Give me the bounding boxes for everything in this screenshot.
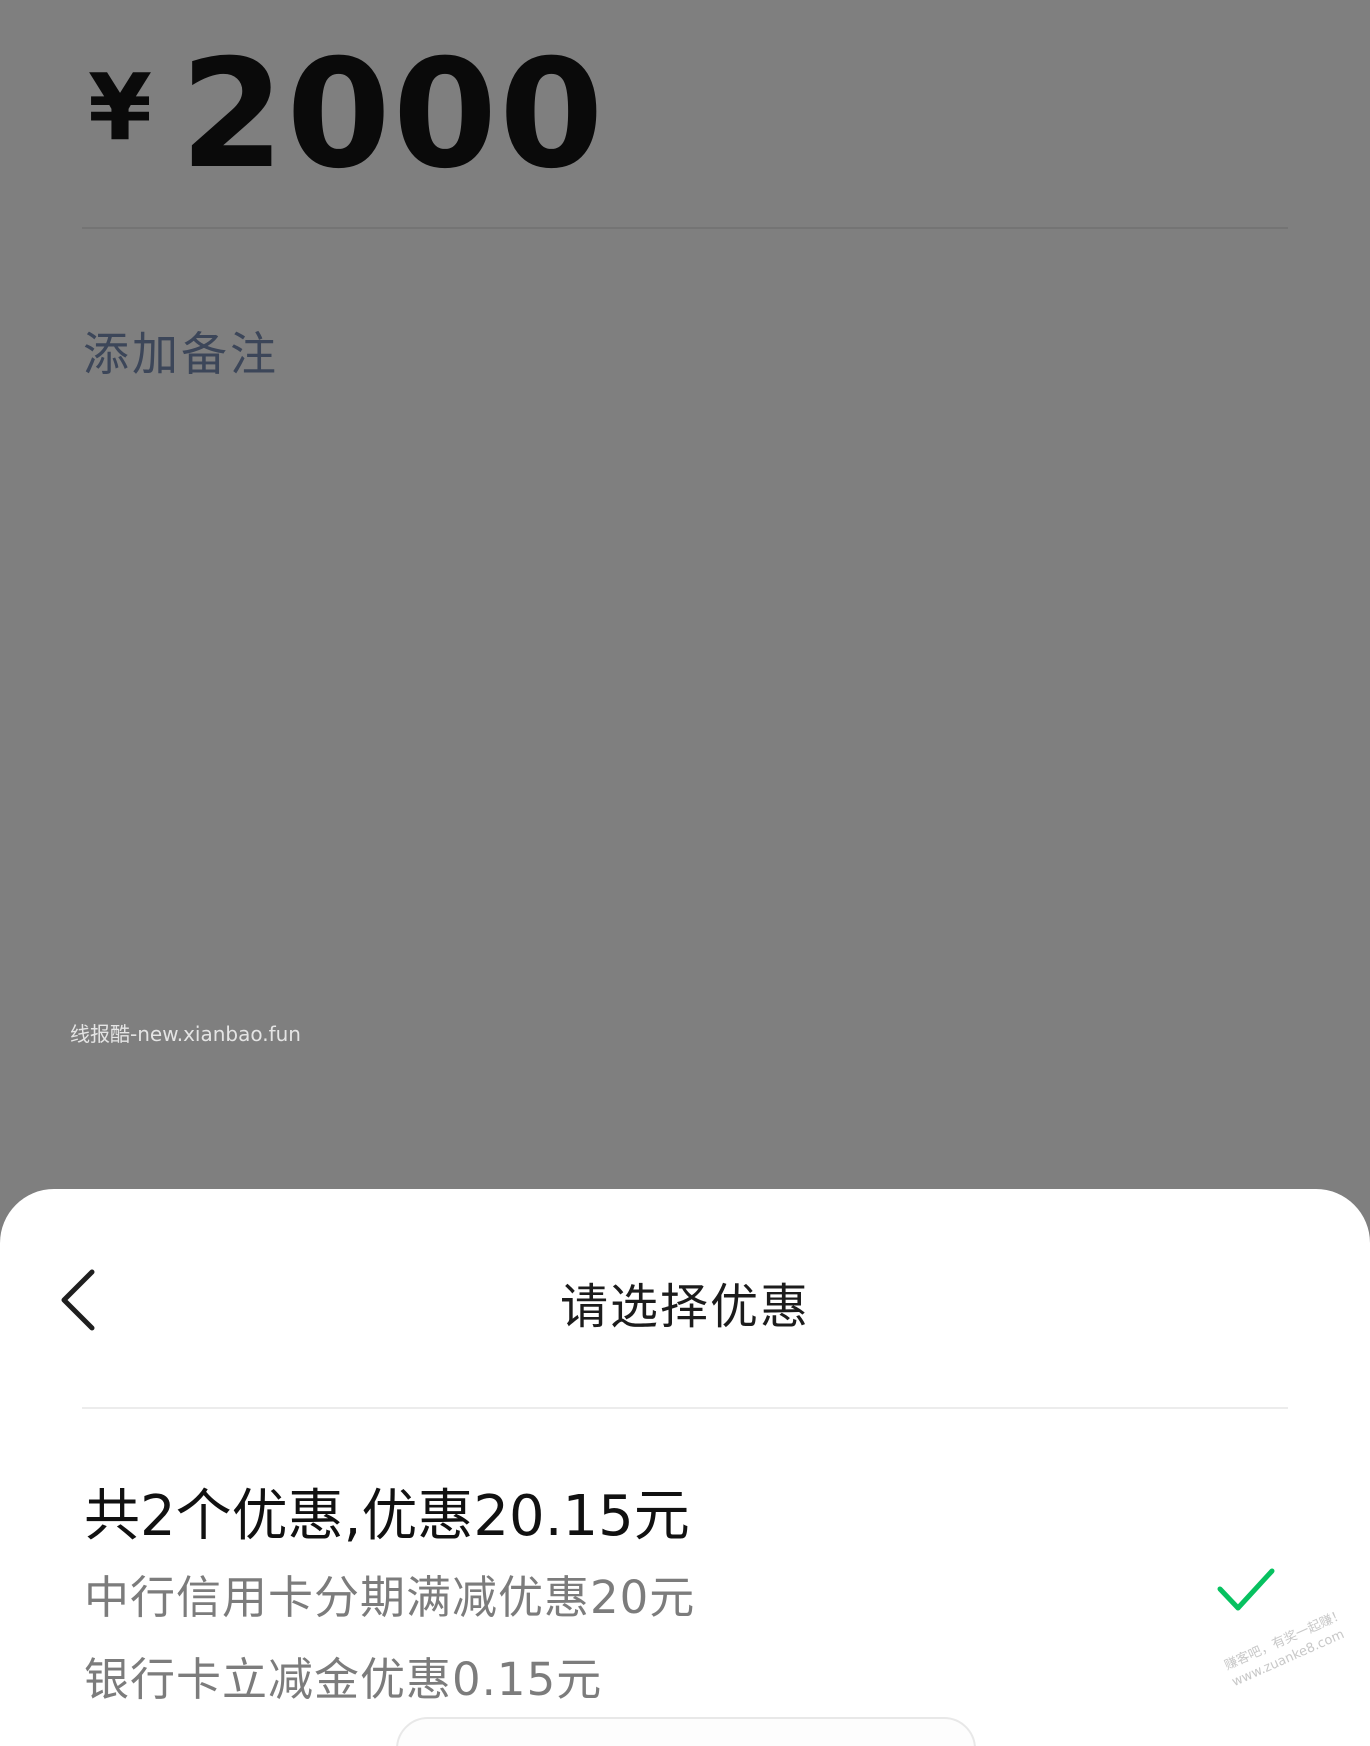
promotion-item: 中行信用卡分期满减优惠20元 xyxy=(84,1571,696,1624)
payment-amount-row: ¥ 2000 xyxy=(88,40,606,190)
sheet-divider xyxy=(82,1407,1288,1409)
sheet-title: 请选择优惠 xyxy=(559,1279,810,1335)
add-note-link[interactable]: 添加备注 xyxy=(83,318,279,384)
bottom-pill xyxy=(396,1717,976,1746)
currency-symbol: ¥ xyxy=(88,54,153,161)
discount-summary: 共2个优惠,优惠20.15元 xyxy=(84,1484,690,1549)
promotion-item: 银行卡立减金优惠0.15元 xyxy=(84,1653,603,1706)
payment-amount: 2000 xyxy=(180,28,606,202)
discount-bottom-sheet: 请选择优惠 共2个优惠,优惠20.15元 中行信用卡分期满减优惠20元 银行卡立… xyxy=(0,1189,1370,1746)
check-icon xyxy=(1217,1568,1275,1611)
amount-divider xyxy=(82,227,1288,229)
watermark-text: 线报酷-new.xianbao.fun xyxy=(70,1022,301,1046)
